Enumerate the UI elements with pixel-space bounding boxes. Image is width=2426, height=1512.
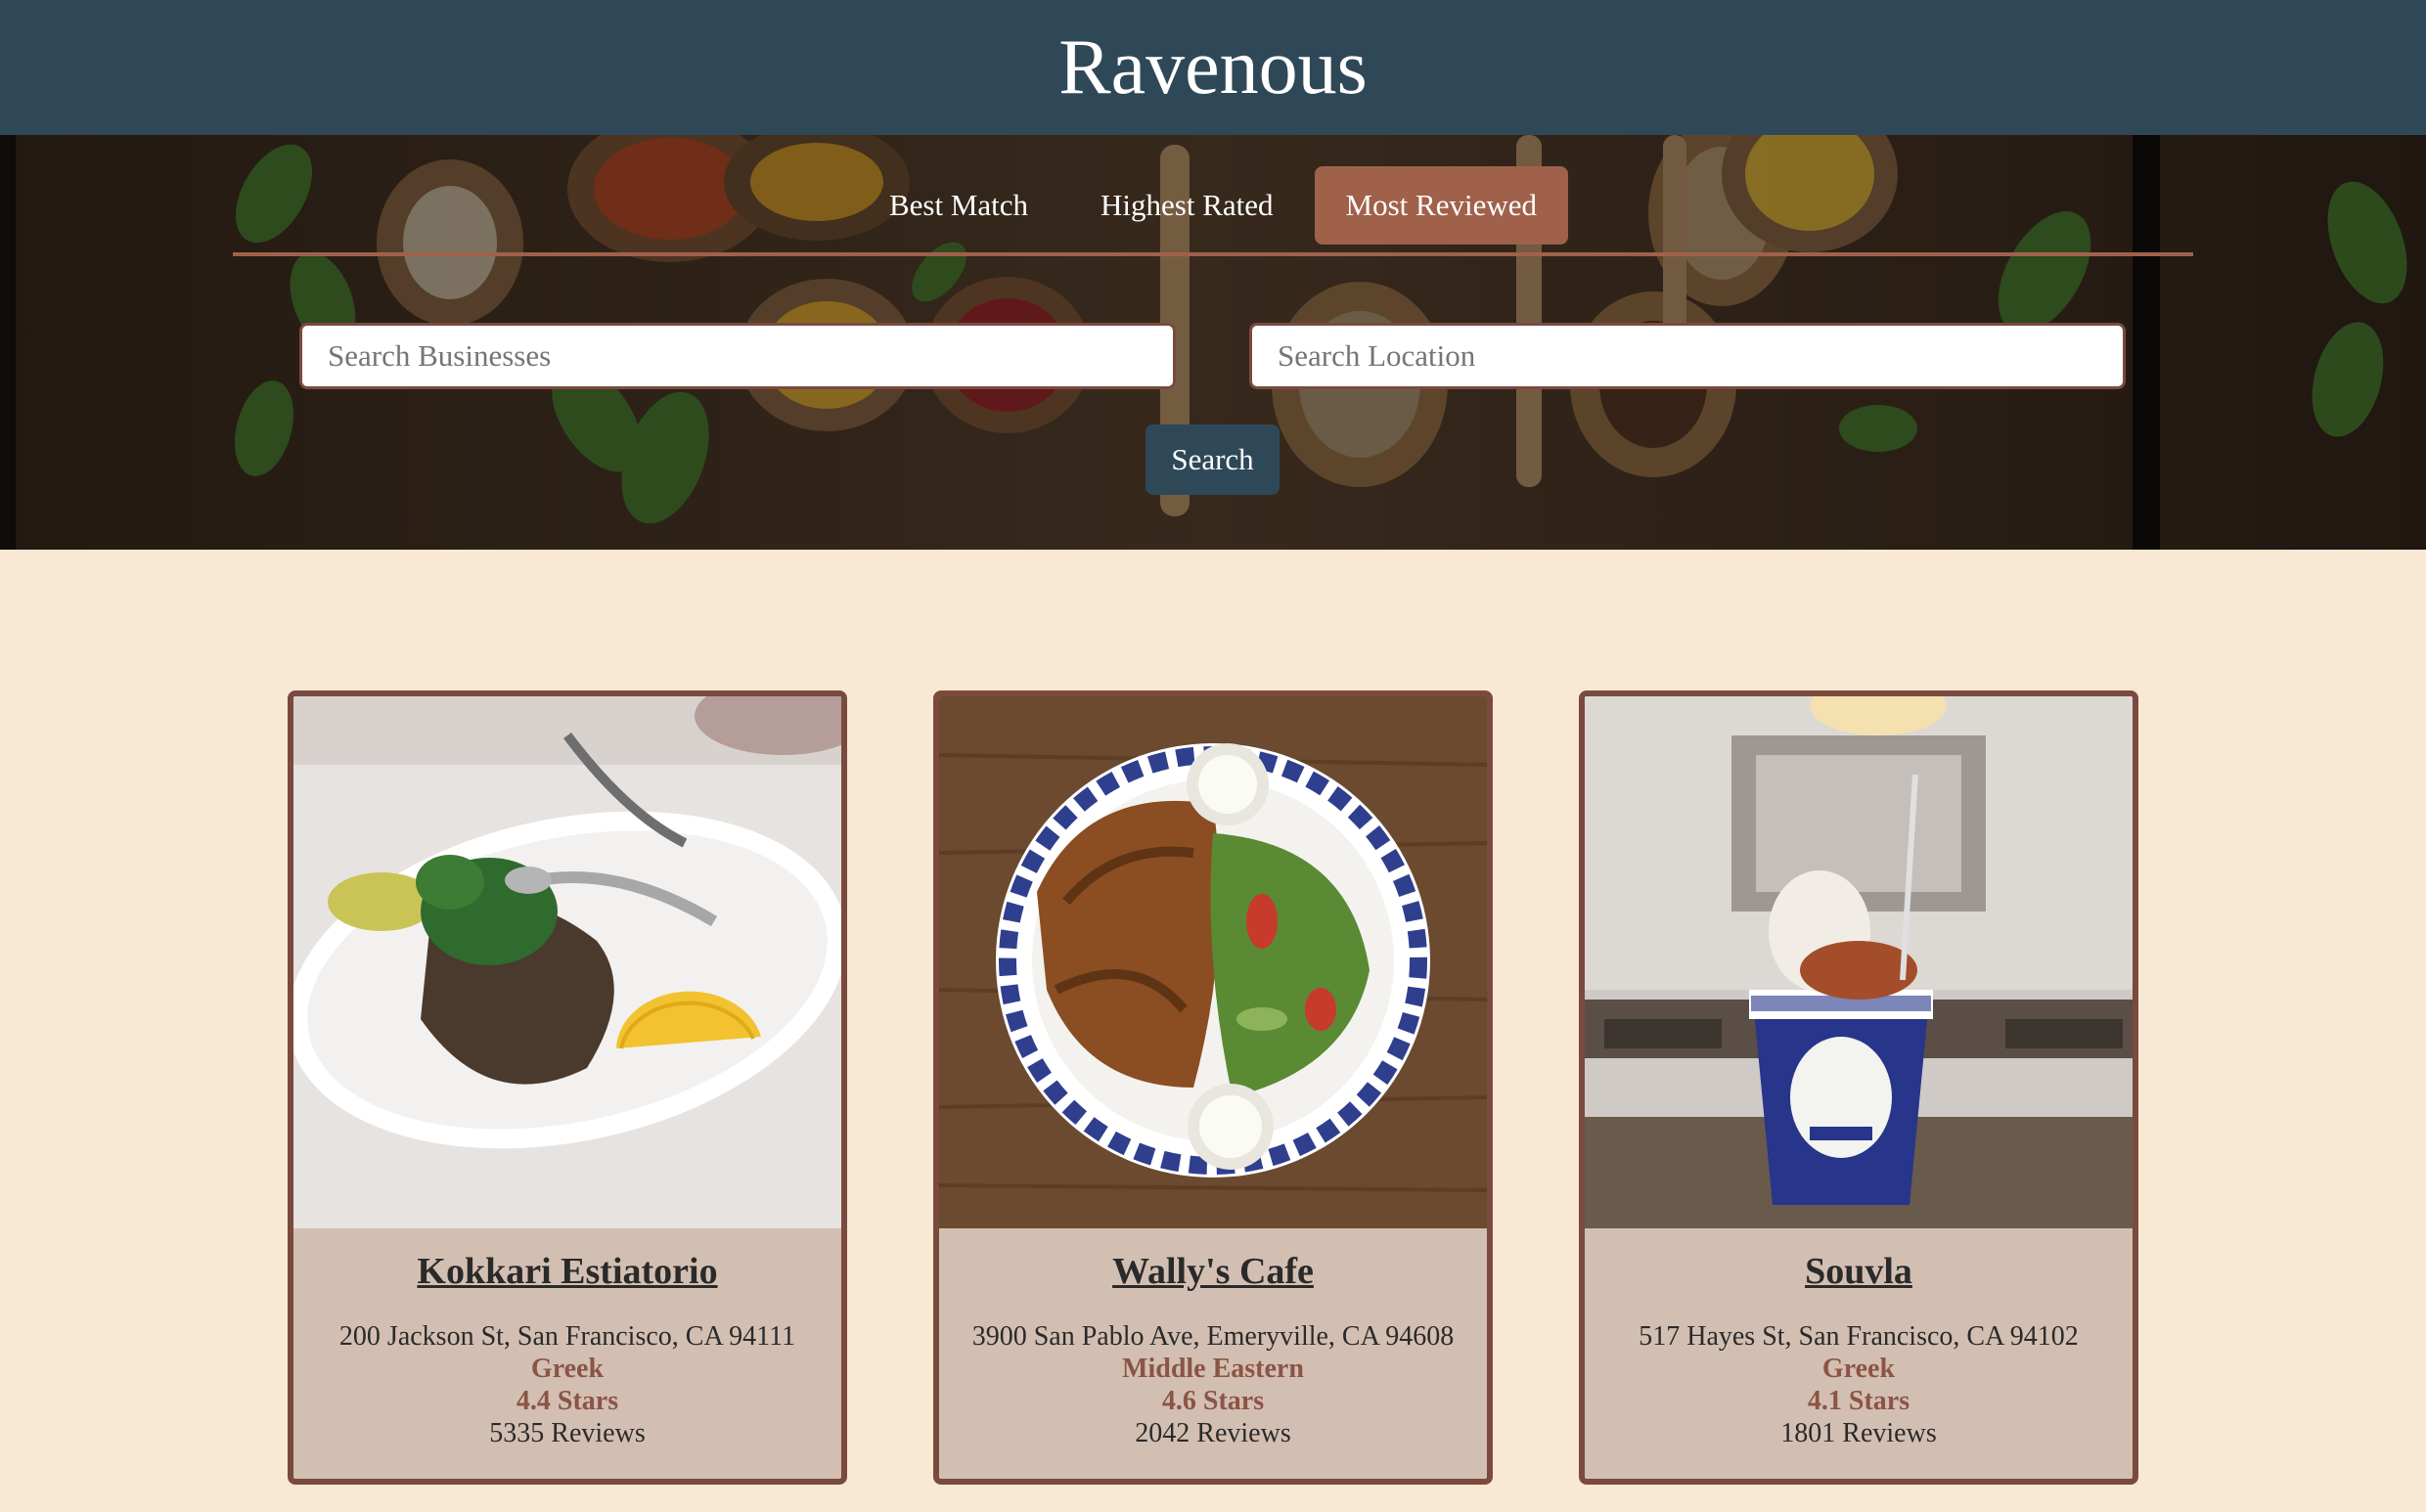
business-card: Souvla 517 Hayes St, San Francisco, CA 9… bbox=[1579, 690, 2138, 1485]
business-address: 517 Hayes St, San Francisco, CA 94102 bbox=[1639, 1320, 2079, 1352]
business-review-count: 2042 Reviews bbox=[1135, 1417, 1291, 1448]
business-category: Greek bbox=[530, 1353, 605, 1384]
business-name[interactable]: Kokkari Estiatorio bbox=[293, 1250, 841, 1295]
business-card: Wally's Cafe 3900 San Pablo Ave, Emeryvi… bbox=[933, 690, 1493, 1485]
tab-best-match[interactable]: Best Match bbox=[858, 166, 1059, 245]
business-card: Kokkari Estiatorio 200 Jackson St, San F… bbox=[288, 690, 847, 1485]
search-hero: Best Match Highest Rated Most Reviewed S… bbox=[0, 135, 2426, 550]
business-category: Middle Eastern bbox=[1122, 1353, 1304, 1384]
business-address: 3900 San Pablo Ave, Emeryville, CA 94608 bbox=[971, 1320, 1455, 1352]
search-button[interactable]: Search bbox=[1146, 424, 1280, 495]
business-name[interactable]: Souvla bbox=[1585, 1250, 2133, 1295]
app-title: Ravenous bbox=[1058, 24, 1368, 111]
business-address: 200 Jackson St, San Francisco, CA 94111 bbox=[338, 1320, 796, 1352]
business-category: Greek bbox=[1821, 1353, 1896, 1384]
search-businesses-input[interactable] bbox=[299, 323, 1176, 389]
search-location-input[interactable] bbox=[1249, 323, 2126, 389]
tabs-divider bbox=[233, 252, 2193, 256]
business-review-count: 5335 Reviews bbox=[489, 1417, 646, 1448]
business-name[interactable]: Wally's Cafe bbox=[939, 1250, 1487, 1295]
sort-tabs: Best Match Highest Rated Most Reviewed bbox=[0, 166, 2426, 245]
business-review-count: 1801 Reviews bbox=[1780, 1417, 1937, 1448]
tab-highest-rated[interactable]: Highest Rated bbox=[1069, 166, 1305, 245]
tab-most-reviewed[interactable]: Most Reviewed bbox=[1314, 166, 1568, 245]
business-rating: 4.4 Stars bbox=[516, 1385, 619, 1416]
chicken-salad-plate-photo bbox=[939, 696, 1487, 1228]
business-rating: 4.1 Stars bbox=[1807, 1385, 1910, 1416]
app-header: Ravenous bbox=[0, 0, 2426, 135]
frozen-yogurt-cup-photo bbox=[1585, 696, 2133, 1228]
grilled-skewers-photo bbox=[293, 696, 841, 1228]
business-rating: 4.6 Stars bbox=[1161, 1385, 1265, 1416]
